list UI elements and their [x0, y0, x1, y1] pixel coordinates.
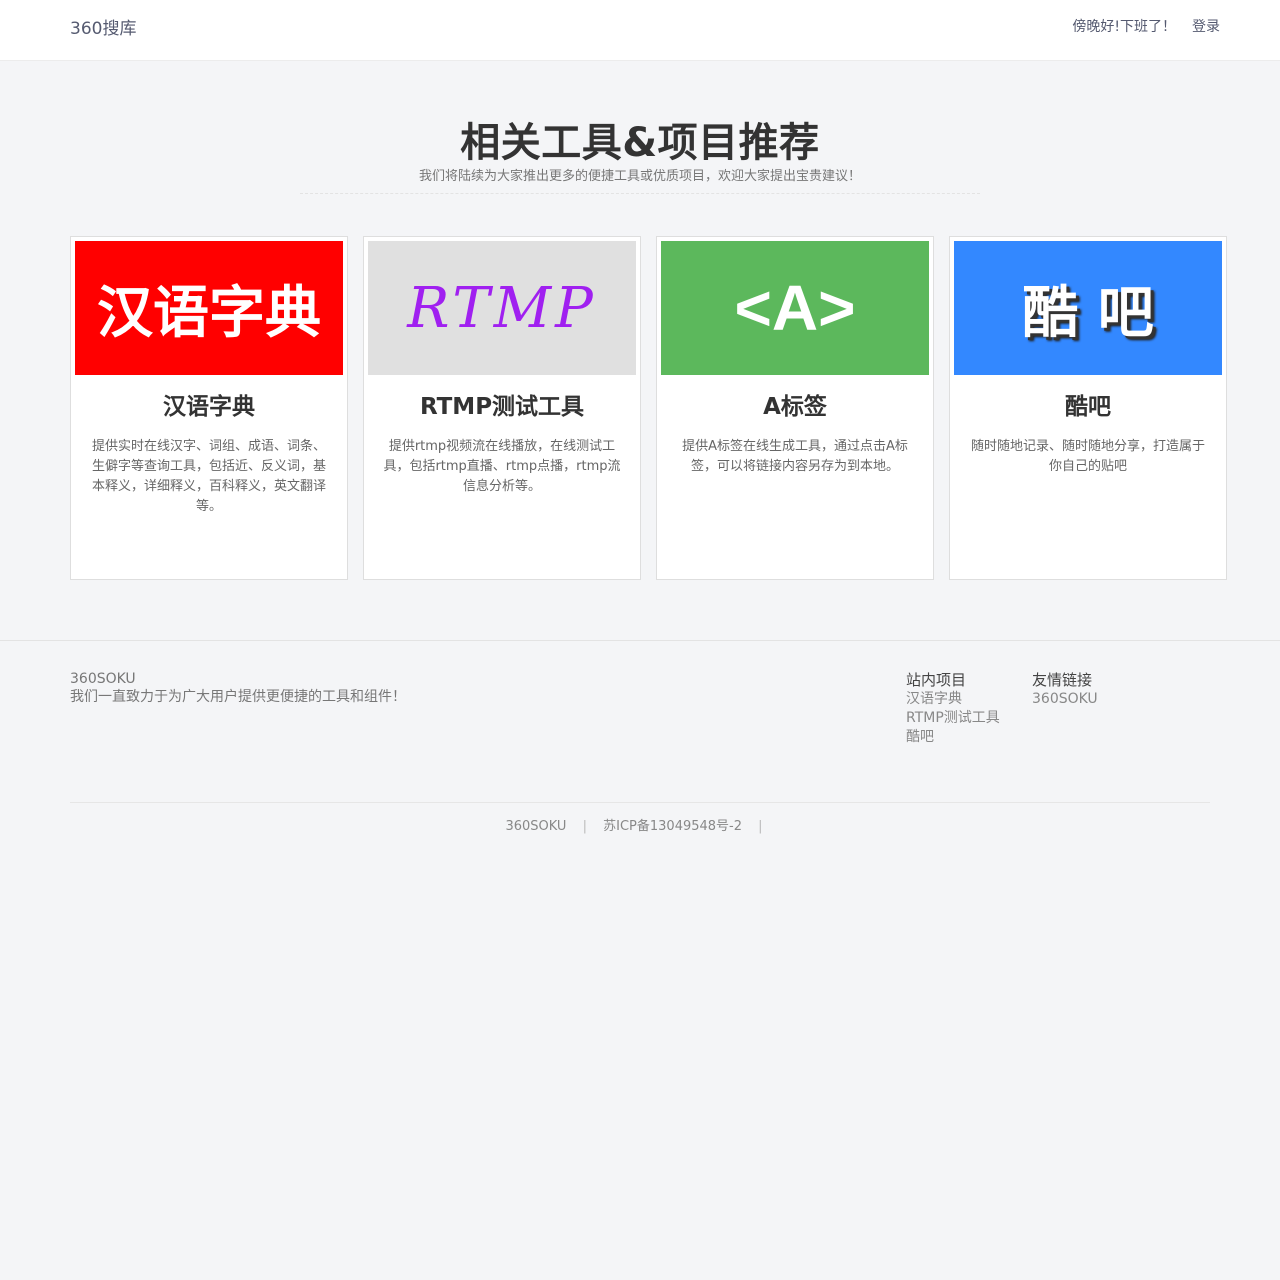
footer-separator: | [582, 819, 587, 834]
page-subtitle: 我们将陆续为大家推出更多的便捷工具或优质项目，欢迎大家提出宝贵建议！ [418, 169, 861, 184]
card-cover: RTMP [368, 241, 636, 375]
card-title: A标签 [763, 394, 827, 420]
card-cover: 汉语字典 [75, 241, 343, 375]
card-description: 随时随地记录、随时随地分享，打造属于你自己的贴吧 [970, 439, 1205, 474]
header-right: 傍晚好!下班了！ 登录 [1072, 16, 1220, 36]
cover-text: RTMP [407, 275, 597, 341]
page-title: 相关工具&项目推荐 [460, 120, 820, 166]
card-title: RTMP测试工具 [419, 394, 585, 420]
tool-card-dictionary[interactable]: 汉语字典 汉语字典 提供实时在线汉字、词组、成语、词条、生僻字等查询工具，包括近… [70, 236, 348, 580]
footer: 360SOKU 我们一直致力于为广大用户提供更便捷的工具和组件！ 站内项目 汉语… [0, 640, 1280, 834]
tool-card-rtmp[interactable]: RTMP RTMP测试工具 提供rtmp视频流在线播放，在线测试工具，包括rtm… [363, 236, 641, 580]
top-navbar: 360搜库 傍晚好!下班了！ 登录 [0, 0, 1280, 61]
footer-brand: 360SOKU 我们一直致力于为广大用户提供更便捷的工具和组件！ [70, 670, 406, 706]
footer-projects: 站内项目 汉语字典 RTMP测试工具 酷吧 [906, 671, 1000, 747]
tool-card-kuba[interactable]: 酷 吧 酷吧 随时随地记录、随时随地分享，打造属于你自己的贴吧 [949, 236, 1227, 580]
footer-link-360soku[interactable]: 360SOKU [1032, 690, 1098, 709]
footer-bottom: 360SOKU | 苏ICP备13049548号-2 | [70, 802, 1210, 834]
section-divider [300, 193, 980, 194]
footer-projects-title: 站内项目 [906, 671, 967, 689]
footer-copyright: 360SOKU [505, 819, 567, 834]
footer-links-title: 友情链接 [1032, 671, 1093, 689]
footer-slogan: 我们一直致力于为广大用户提供更便捷的工具和组件！ [70, 689, 406, 705]
footer-friend-links: 友情链接 360SOKU [1032, 671, 1098, 709]
footer-separator: | [758, 819, 763, 834]
card-cover: 酷 吧 [954, 241, 1222, 375]
card-title: 酷吧 [1065, 394, 1111, 420]
card-title: 汉语字典 [163, 394, 255, 420]
login-link[interactable]: 登录 [1192, 16, 1220, 36]
card-description: 提供rtmp视频流在线播放，在线测试工具，包括rtmp直播、rtmp点播，rtm… [383, 439, 621, 494]
brand-logo-link[interactable]: 360搜库 [70, 14, 136, 39]
greeting-text: 傍晚好!下班了！ [1072, 19, 1176, 35]
card-description: 提供实时在线汉字、词组、成语、词条、生僻字等查询工具，包括近、反义词，基本释义，… [91, 439, 326, 514]
tool-cards: 汉语字典 汉语字典 提供实时在线汉字、词组、成语、词条、生僻字等查询工具，包括近… [70, 236, 1227, 580]
footer-brand-name: 360SOKU [70, 671, 136, 687]
cover-text: <A> [734, 272, 856, 344]
cover-text: 酷 吧 [1022, 280, 1154, 346]
card-cover: <A> [661, 241, 929, 375]
tool-card-a-tag[interactable]: <A> A标签 提供A标签在线生成工具，通过点击A标签，可以将链接内容另存为到本… [656, 236, 934, 580]
card-description: 提供A标签在线生成工具，通过点击A标签，可以将链接内容另存为到本地。 [682, 439, 908, 474]
section-header: 相关工具&项目推荐 我们将陆续为大家推出更多的便捷工具或优质项目，欢迎大家提出宝… [0, 119, 1280, 194]
cover-text: 汉语字典 [97, 280, 321, 346]
footer-link-rtmp[interactable]: RTMP测试工具 [906, 709, 1000, 728]
footer-link-dictionary[interactable]: 汉语字典 [906, 690, 1000, 709]
footer-link-kuba[interactable]: 酷吧 [906, 728, 1000, 747]
icp-link[interactable]: 苏ICP备13049548号-2 [603, 819, 742, 834]
